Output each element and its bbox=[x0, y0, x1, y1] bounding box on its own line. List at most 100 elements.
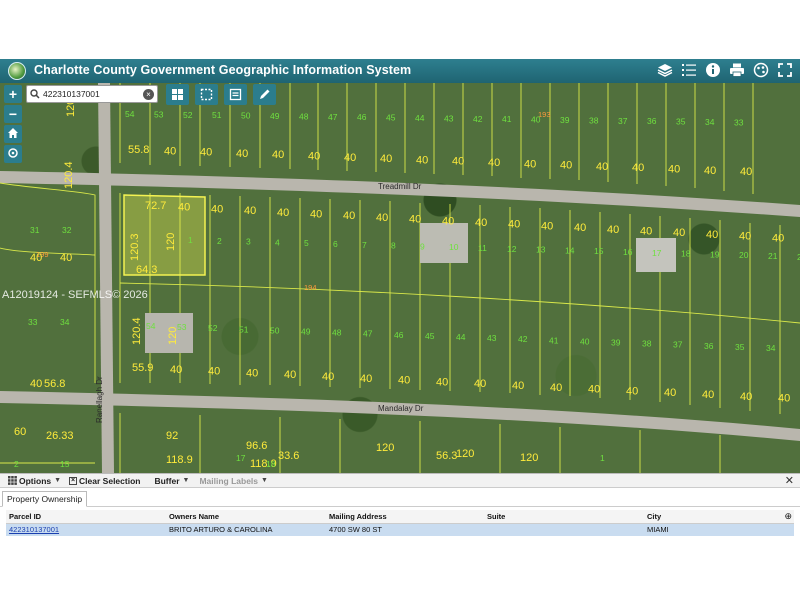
layers-icon[interactable] bbox=[656, 61, 674, 79]
zoom-out-button[interactable]: − bbox=[4, 105, 22, 123]
home-icon bbox=[8, 128, 18, 138]
lot-dimension-label: 40 bbox=[284, 369, 296, 381]
lot-number-label: 33 bbox=[734, 117, 744, 127]
column-options-icon[interactable]: ⊕ bbox=[784, 511, 792, 522]
grid-icon bbox=[8, 476, 17, 485]
column-header[interactable]: Parcel ID bbox=[6, 510, 166, 524]
buffer-menu[interactable]: Buffer ▼ bbox=[154, 476, 189, 486]
basemap-icon[interactable] bbox=[752, 61, 770, 79]
parcel-search-input[interactable] bbox=[43, 89, 143, 99]
lot-dimension-label: 40 bbox=[409, 214, 421, 226]
close-panel-button[interactable]: ✕ bbox=[785, 474, 794, 487]
lot-dimension-label: 120.4 bbox=[131, 317, 143, 345]
lot-dimension-label: 40 bbox=[673, 227, 685, 239]
clear-checkbox-icon: × bbox=[69, 476, 78, 485]
lot-number-label: 46 bbox=[394, 330, 404, 340]
lot-number-label: 36 bbox=[704, 341, 714, 351]
lot-number-label: 41 bbox=[502, 114, 512, 124]
clear-search-button[interactable]: × bbox=[143, 88, 154, 100]
column-header[interactable]: City bbox=[644, 510, 794, 524]
column-header[interactable]: Mailing Address bbox=[326, 510, 484, 524]
lot-dimension-label: 55.8 bbox=[128, 144, 149, 156]
zoom-in-button[interactable]: + bbox=[4, 85, 22, 103]
lot-dimension-label: 40 bbox=[574, 222, 586, 234]
lot-number-label: 36 bbox=[647, 116, 657, 126]
lot-dimension-label: 120.3 bbox=[129, 233, 141, 261]
city-cell: MIAMI bbox=[644, 523, 794, 536]
lot-dimension-label: 120 bbox=[165, 233, 177, 251]
mailing-labels-menu[interactable]: Mailing Labels ▼ bbox=[199, 476, 268, 486]
select-box-button[interactable] bbox=[195, 84, 218, 105]
road-label-ranellagh: Ranellagh Dr bbox=[95, 376, 104, 423]
lot-number-label: 18 bbox=[681, 249, 691, 259]
lot-number-label: 50 bbox=[270, 325, 280, 335]
lot-dimension-label: 40 bbox=[640, 226, 652, 238]
lot-number-label: 13 bbox=[536, 245, 546, 255]
parcel-id-link[interactable]: 422310137001 bbox=[9, 525, 59, 534]
county-seal-logo bbox=[8, 62, 26, 80]
legend-list-icon[interactable] bbox=[680, 61, 698, 79]
report-button[interactable] bbox=[224, 84, 247, 105]
title-bar: Charlotte County Government Geographic I… bbox=[0, 59, 800, 83]
lot-number-label: 7 bbox=[362, 240, 367, 250]
clear-selection-button[interactable]: × Clear Selection bbox=[69, 476, 140, 486]
lot-dimension-label: 40 bbox=[246, 367, 258, 379]
tab-property-ownership[interactable]: Property Ownership bbox=[2, 491, 88, 507]
lot-number-label: 48 bbox=[332, 328, 342, 338]
draw-pencil-icon bbox=[260, 89, 270, 99]
lot-dimension-label: 40 bbox=[512, 380, 524, 392]
lot-number-label: 54 bbox=[146, 321, 156, 331]
lot-dimension-label: 40 bbox=[344, 152, 356, 164]
app-title: Charlotte County Government Geographic I… bbox=[34, 63, 412, 77]
lot-dimension-label: 40 bbox=[474, 378, 486, 390]
column-header[interactable]: Suite bbox=[484, 510, 644, 524]
select-grid-button[interactable] bbox=[166, 84, 189, 105]
lot-dimension-label: 120 bbox=[167, 327, 179, 345]
lot-number-label: 35 bbox=[676, 117, 686, 127]
lot-dimension-label: 40 bbox=[704, 165, 716, 177]
lot-dimension-label: 72.7 bbox=[145, 200, 166, 212]
search-icon bbox=[30, 89, 40, 99]
lot-number-label: 54 bbox=[125, 109, 135, 119]
lot-dimension-label: 120 bbox=[456, 448, 474, 460]
home-button[interactable] bbox=[4, 125, 22, 143]
lot-dimension-label: 64.3 bbox=[136, 264, 157, 276]
expand-icon[interactable] bbox=[776, 61, 794, 79]
lot-dimension-label: 1 bbox=[600, 453, 605, 463]
lot-dimension-label: 40 bbox=[475, 217, 487, 229]
clear-selection-label: Clear Selection bbox=[79, 475, 141, 486]
locate-button[interactable] bbox=[4, 145, 22, 163]
map-view[interactable]: Treadmill Dr Mandalay Dr Ranellagh Dr 19… bbox=[0, 83, 800, 473]
mailing-labels-label: Mailing Labels bbox=[199, 475, 259, 486]
lot-dimension-label: 96.6 bbox=[246, 440, 267, 452]
table-row[interactable]: 422310137001 BRITO ARTURO & CAROLINA 470… bbox=[6, 523, 794, 536]
draw-button[interactable] bbox=[253, 84, 276, 105]
lot-dimension-label: 40 bbox=[664, 387, 676, 399]
print-icon[interactable] bbox=[728, 61, 746, 79]
lot-number-label: 45 bbox=[386, 113, 396, 123]
lot-dimension-label: 32 bbox=[62, 225, 72, 235]
lot-dimension-label: 40 bbox=[541, 220, 553, 232]
lot-dimension-label: 40 bbox=[376, 212, 388, 224]
lot-dimension-label: 40 bbox=[211, 203, 223, 215]
lot-number-label: 38 bbox=[642, 339, 652, 349]
lot-dimension-label: 55.9 bbox=[132, 362, 153, 374]
mailing-address-cell: 4700 SW 80 ST bbox=[326, 523, 484, 536]
options-menu[interactable]: Options ▼ bbox=[8, 476, 61, 486]
parcel-map: Treadmill Dr Mandalay Dr Ranellagh Dr 19… bbox=[0, 83, 800, 473]
info-icon[interactable] bbox=[704, 61, 722, 79]
lot-dimension-label: 40 bbox=[508, 219, 520, 231]
lot-number-label: 42 bbox=[473, 114, 483, 124]
lot-number-label: 41 bbox=[549, 335, 559, 345]
search-box[interactable]: × bbox=[26, 85, 158, 103]
lot-dimension-label: 40 bbox=[550, 382, 562, 394]
lot-number-label: 15 bbox=[594, 246, 604, 256]
lot-number-label: 47 bbox=[328, 112, 338, 122]
lot-dimension-label: 120 bbox=[376, 442, 394, 454]
column-header[interactable]: Owners Name bbox=[166, 510, 326, 524]
lot-dimension-label: 40 bbox=[740, 166, 752, 178]
results-tabs: Property Ownership bbox=[0, 489, 800, 507]
lot-dimension-label: 40 bbox=[588, 384, 600, 396]
chevron-down-icon: ▼ bbox=[261, 477, 268, 484]
lot-number-label: 43 bbox=[444, 113, 454, 123]
